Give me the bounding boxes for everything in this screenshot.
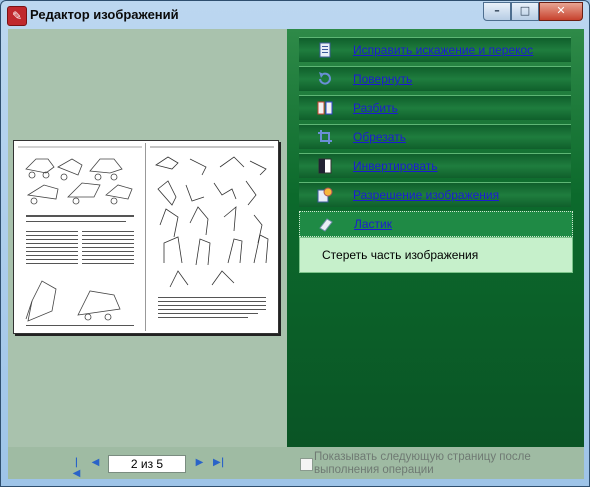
left-page-thumbnail	[18, 145, 142, 329]
eraser-submenu: Стереть часть изображения	[299, 237, 573, 273]
right-page-thumbnail	[150, 145, 274, 329]
show-next-page-checkbox[interactable]	[300, 458, 313, 471]
menu-resolution-label: Разрешение изображения	[353, 188, 500, 202]
menu-split[interactable]: Разбить	[299, 95, 571, 120]
menu-crop[interactable]: Обрезать	[299, 124, 571, 149]
next-page-icon[interactable]: ▶	[194, 457, 205, 468]
app-icon: ✎	[7, 6, 27, 26]
close-button[interactable]: ✕	[539, 2, 583, 21]
last-page-icon[interactable]: ▶|	[213, 457, 224, 468]
split-icon	[317, 101, 333, 115]
menu-invert[interactable]: Инвертировать	[299, 153, 571, 178]
menu-rotate[interactable]: Повернуть	[299, 66, 571, 91]
left-page-illustration	[18, 146, 142, 326]
image-preview-panel	[8, 29, 287, 447]
erase-part-option[interactable]: Стереть часть изображения	[322, 248, 478, 262]
eraser-icon	[319, 218, 333, 232]
bottom-bar: |◀ ◀ 2 из 5 ▶ ▶| Показывать следующую ст…	[8, 447, 584, 479]
invert-icon	[318, 158, 332, 174]
crop-icon	[318, 130, 332, 144]
maximize-button[interactable]: □	[511, 2, 539, 21]
previous-page-icon[interactable]: ◀	[90, 457, 101, 468]
rotate-icon	[319, 72, 331, 85]
menu-resolution[interactable]: Разрешение изображения	[299, 182, 571, 207]
first-page-icon[interactable]: |◀	[71, 457, 82, 479]
show-next-page-label[interactable]: Показывать следующую страницу после выпо…	[314, 451, 554, 477]
right-page-illustration	[150, 146, 274, 318]
client-area: Исправить искажение и перекос Повернуть …	[8, 29, 584, 479]
menu-split-label: Разбить	[353, 101, 398, 115]
window-controls: – □ ✕	[483, 2, 583, 21]
menu-invert-label: Инвертировать	[353, 159, 438, 173]
menu-eraser-label: Ластик	[354, 217, 392, 231]
page-separator	[145, 143, 146, 331]
page-counter-field[interactable]: 2 из 5	[108, 455, 186, 473]
menu-deskew-label: Исправить искажение и перекос	[353, 43, 534, 57]
menu-crop-label: Обрезать	[353, 130, 406, 144]
menu-rotate-label: Повернуть	[353, 72, 413, 86]
image-editor-window: ✎ Редактор изображений – □ ✕ Исправить и…	[0, 0, 590, 487]
menu-deskew[interactable]: Исправить искажение и перекос	[299, 37, 571, 62]
operations-panel: Исправить искажение и перекос Повернуть …	[287, 29, 584, 447]
title-bar[interactable]: ✎ Редактор изображений – □ ✕	[1, 1, 589, 29]
window-title: Редактор изображений	[30, 7, 179, 22]
menu-eraser[interactable]: Ластик	[299, 211, 573, 237]
minimize-button[interactable]: –	[483, 2, 511, 21]
document-page-image[interactable]	[13, 140, 279, 334]
resolution-icon	[317, 187, 333, 203]
deskew-icon	[319, 42, 331, 58]
